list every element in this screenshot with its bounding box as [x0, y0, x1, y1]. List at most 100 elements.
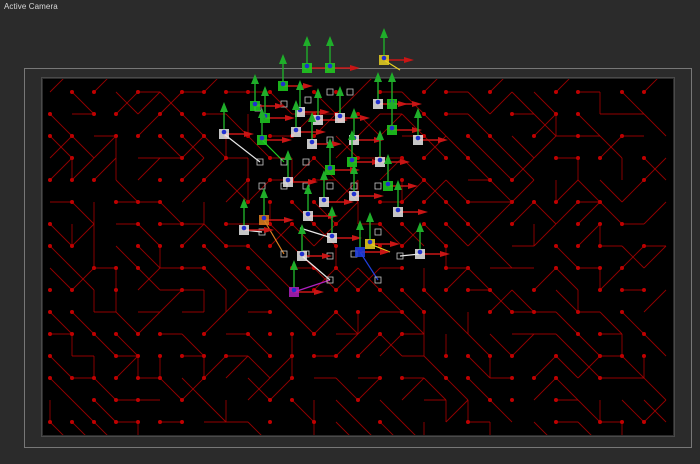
circuit-node: [202, 354, 206, 358]
circuit-node: [576, 134, 580, 138]
circuit-node: [466, 354, 470, 358]
circuit-node: [400, 376, 404, 380]
x-axis-arrow-icon[interactable]: [360, 115, 370, 121]
circuit-node: [510, 376, 514, 380]
circuit-node: [246, 90, 250, 94]
y-axis-arrow-icon[interactable]: [290, 260, 298, 270]
x-axis-arrow-icon[interactable]: [285, 115, 295, 121]
anchor-point-icon[interactable]: [326, 182, 334, 190]
circuit-node: [598, 156, 602, 160]
circuit-node: [158, 244, 162, 248]
circuit-node: [356, 310, 360, 314]
y-axis-arrow-icon[interactable]: [326, 36, 334, 46]
circuit-trace: [599, 267, 623, 291]
x-axis-arrow-icon[interactable]: [350, 65, 360, 71]
anchor-point-icon[interactable]: [346, 88, 354, 96]
layer-overlay[interactable]: [0, 0, 700, 464]
circuit-node: [598, 244, 602, 248]
circuit-node: [268, 420, 272, 424]
circuit-node: [554, 90, 558, 94]
y-axis-arrow-icon[interactable]: [279, 54, 287, 64]
circuit-trace: [643, 377, 667, 401]
circuit-trace: [115, 245, 139, 269]
y-axis-arrow-icon[interactable]: [388, 72, 396, 82]
circuit-trace: [93, 377, 117, 401]
y-axis-arrow-icon[interactable]: [220, 102, 228, 112]
x-axis-arrow-icon[interactable]: [314, 289, 324, 295]
y-axis-arrow-icon[interactable]: [384, 154, 392, 164]
anchor-point-icon[interactable]: [374, 228, 382, 236]
circuit-node: [202, 244, 206, 248]
y-axis-arrow-icon[interactable]: [380, 28, 388, 38]
circuit-node: [378, 420, 382, 424]
x-axis-arrow-icon[interactable]: [303, 83, 313, 89]
circuit-trace: [247, 421, 262, 435]
x-axis-arrow-icon[interactable]: [404, 57, 414, 63]
circuit-node: [92, 90, 96, 94]
y-axis-arrow-icon[interactable]: [328, 206, 336, 216]
y-axis-arrow-icon[interactable]: [303, 36, 311, 46]
circuit-trace: [71, 223, 95, 247]
circuit-node: [158, 332, 162, 336]
circuit-node: [268, 310, 272, 314]
anchor-point-icon[interactable]: [374, 182, 382, 190]
x-axis-arrow-icon[interactable]: [275, 103, 285, 109]
y-axis-arrow-icon[interactable]: [376, 130, 384, 140]
y-axis-arrow-icon[interactable]: [374, 72, 382, 82]
circuit-node: [114, 332, 118, 336]
circuit-node: [510, 310, 514, 314]
circuit-trace: [467, 135, 491, 159]
circuit-trace: [643, 245, 667, 269]
y-axis-arrow-icon[interactable]: [414, 108, 422, 118]
circuit-trace: [93, 135, 117, 159]
y-axis-arrow-icon[interactable]: [356, 220, 364, 230]
circuit-node: [532, 310, 536, 314]
circuit-trace: [269, 355, 293, 379]
y-axis-arrow-icon[interactable]: [292, 100, 300, 110]
circuit-trace: [93, 157, 117, 181]
y-axis-arrow-icon[interactable]: [366, 212, 374, 222]
circuit-trace: [555, 179, 579, 203]
circuit-node: [488, 288, 492, 292]
circuit-trace: [511, 333, 535, 357]
layer-handles[interactable]: [219, 28, 450, 297]
circuit-trace: [401, 421, 416, 435]
x-axis-arrow-icon[interactable]: [438, 137, 448, 143]
circuit-node: [422, 310, 426, 314]
circuit-trace: [643, 113, 667, 137]
x-axis-arrow-icon[interactable]: [282, 137, 292, 143]
y-axis-arrow-icon[interactable]: [296, 80, 304, 90]
circuit-node: [246, 244, 250, 248]
circuit-node: [312, 200, 316, 204]
circuit-node: [598, 332, 602, 336]
circuit-trace: [269, 289, 293, 313]
circuit-node: [224, 90, 228, 94]
y-axis-arrow-icon[interactable]: [260, 188, 268, 198]
circuit-node: [444, 156, 448, 160]
x-axis-arrow-icon[interactable]: [332, 141, 342, 147]
circuit-node: [488, 90, 492, 94]
circuit-trace: [71, 91, 95, 115]
circuit-node: [422, 156, 426, 160]
circuit-trace: [599, 311, 623, 335]
x-axis-arrow-icon[interactable]: [412, 101, 422, 107]
y-axis-arrow-icon[interactable]: [284, 150, 292, 160]
y-axis-arrow-icon[interactable]: [251, 74, 259, 84]
circuit-node: [400, 310, 404, 314]
circuit-node: [48, 420, 52, 424]
y-axis-arrow-icon[interactable]: [261, 86, 269, 96]
x-axis-arrow-icon[interactable]: [374, 193, 384, 199]
circuit-trace: [115, 179, 139, 203]
x-axis-arrow-icon[interactable]: [418, 209, 428, 215]
circuit-node: [488, 178, 492, 182]
circuit-node: [400, 222, 404, 226]
x-axis-arrow-icon[interactable]: [316, 129, 326, 135]
x-axis-arrow-icon[interactable]: [440, 251, 450, 257]
composition-viewport[interactable]: Active Camera: [0, 0, 700, 464]
anchor-point-icon[interactable]: [304, 96, 312, 104]
anchor-point-icon[interactable]: [326, 88, 334, 96]
circuit-trace: [115, 333, 139, 357]
circuit-node: [334, 244, 338, 248]
circuit-trace: [49, 311, 73, 335]
circuit-node: [642, 354, 646, 358]
